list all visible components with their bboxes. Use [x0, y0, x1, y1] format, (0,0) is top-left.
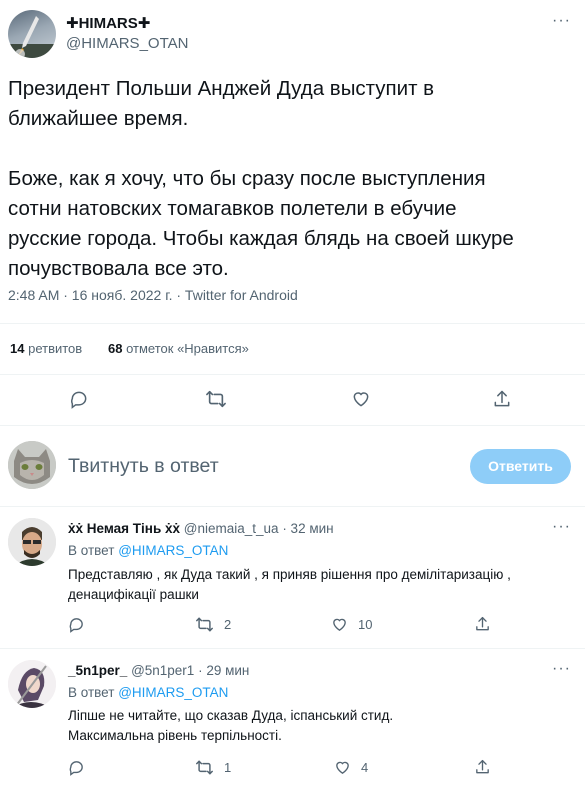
retweet-action[interactable]: 1	[195, 759, 231, 776]
reply-avatar[interactable]	[8, 660, 56, 708]
share-icon[interactable]	[492, 388, 512, 410]
tweet-text: Президент Польши Анджей Дуда выступит в …	[8, 74, 578, 284]
reply-button[interactable]: Ответить	[470, 449, 571, 484]
divider	[0, 374, 585, 375]
reply-to-handle[interactable]: @HIMARS_OTAN	[118, 543, 228, 558]
reply-text-line: денацифікації рашки	[68, 587, 199, 602]
retweet-icon	[195, 616, 214, 633]
more-options-icon[interactable]: ···	[552, 12, 571, 30]
author-handle[interactable]: @HIMARS_OTAN	[66, 35, 188, 52]
more-options-icon[interactable]: ···	[552, 518, 571, 536]
reply-text: Ліпше не читайте, що сказав Дуда, іспанс…	[68, 706, 568, 746]
reply-text-line: Максимальна рівень терпільності.	[68, 728, 282, 743]
reply-display-name[interactable]: _5n1per_	[68, 663, 127, 678]
retweets-stat[interactable]: 14 ретвитов	[10, 341, 82, 356]
likes-label: отметок «Нравится»	[126, 341, 249, 356]
tweet-text-line: русские города. Чтобы каждая блядь на св…	[8, 227, 514, 250]
user-avatar[interactable]	[8, 441, 56, 489]
reply-input[interactable]: Твитнуть в ответ	[68, 455, 458, 478]
reply-time[interactable]: · 32 мин	[282, 521, 333, 536]
reply-handle[interactable]: @5n1per1	[131, 663, 194, 678]
share-action[interactable]	[474, 615, 491, 633]
reply-action[interactable]	[68, 616, 85, 633]
tweet-text-line: почувствовала все это.	[8, 257, 229, 280]
reply-context: В ответ @HIMARS_OTAN	[68, 541, 228, 561]
more-options-icon[interactable]: ···	[552, 660, 571, 678]
reply-action[interactable]	[68, 759, 85, 776]
reply-context: В ответ @HIMARS_OTAN	[68, 683, 228, 703]
reply-icon[interactable]	[69, 389, 89, 409]
tweet-text-line: ближайшее время.	[8, 107, 189, 130]
divider	[0, 648, 585, 649]
reply-avatar[interactable]	[8, 518, 56, 566]
reply-header: ẋẋ Немая Тінь ẋẋ @niemaia_t_ua · 32 мин	[68, 521, 334, 536]
reply-header: _5n1per_ @5n1per1 · 29 мин	[68, 663, 249, 678]
like-action[interactable]: 10	[331, 616, 372, 633]
author-avatar[interactable]	[8, 10, 56, 58]
like-count: 4	[361, 760, 369, 775]
retweets-label: ретвитов	[28, 341, 83, 356]
divider	[0, 506, 585, 507]
tweet-text-line: Президент Польши Анджей Дуда выступит в	[8, 77, 435, 100]
share-action[interactable]	[474, 758, 491, 776]
tweet-meta[interactable]: 2:48 AM · 16 нояб. 2022 г. · Twitter for…	[8, 287, 298, 303]
likes-count: 68	[108, 341, 123, 356]
divider	[0, 425, 585, 426]
like-icon	[331, 616, 348, 633]
reply-text-line: Ліпше не читайте, що сказав Дуда, іспанс…	[68, 708, 394, 723]
retweet-action[interactable]: 2	[195, 616, 231, 633]
reply-time[interactable]: · 29 мин	[198, 663, 249, 678]
retweet-count: 2	[224, 617, 232, 632]
like-action[interactable]: 4	[334, 759, 368, 776]
share-icon	[474, 615, 491, 633]
like-count: 10	[358, 617, 373, 632]
reply-icon	[68, 616, 85, 633]
reply-to-prefix: В ответ	[68, 543, 115, 558]
author-display-name[interactable]: ✚HIMARS✚	[66, 14, 150, 32]
reply-display-name[interactable]: ẋẋ Немая Тінь ẋẋ	[68, 521, 180, 536]
divider	[0, 323, 585, 324]
share-icon	[474, 758, 491, 776]
tweet-text-line	[8, 134, 578, 164]
reply-text-line: Представляю , як Дуда такий , я приняв р…	[68, 567, 511, 582]
likes-stat[interactable]: 68 отметок «Нравится»	[108, 341, 249, 356]
reply-to-handle[interactable]: @HIMARS_OTAN	[118, 685, 228, 700]
retweet-icon	[195, 759, 214, 776]
tweet-text-line: Боже, как я хочу, что бы сразу после выс…	[8, 167, 486, 190]
reply-handle[interactable]: @niemaia_t_ua	[184, 521, 279, 536]
retweet-count: 1	[224, 760, 232, 775]
tweet-text-line: сотни натовских томагавков полетели в еб…	[8, 197, 457, 220]
retweet-icon[interactable]	[205, 389, 227, 409]
like-icon[interactable]	[351, 389, 371, 409]
reply-to-prefix: В ответ	[68, 685, 115, 700]
reply-icon	[68, 759, 85, 776]
retweets-count: 14	[10, 341, 25, 356]
like-icon	[334, 759, 351, 776]
reply-text: Представляю , як Дуда такий , я приняв р…	[68, 565, 568, 605]
